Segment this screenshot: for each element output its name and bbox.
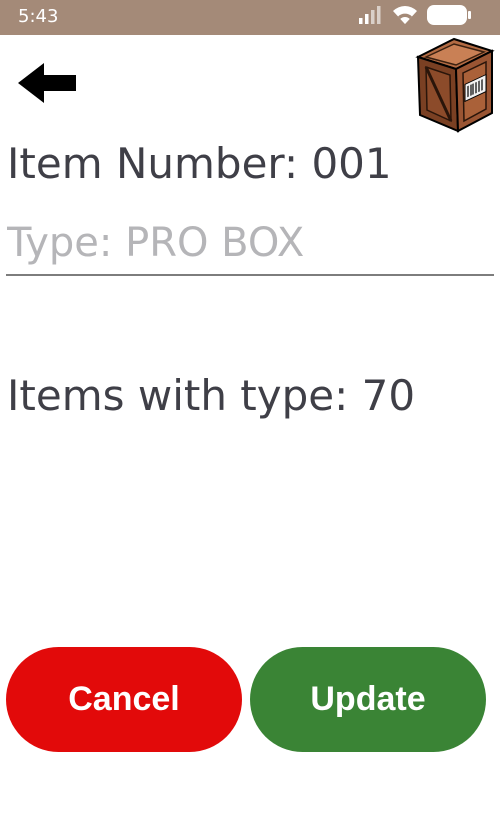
update-button[interactable]: Update [250,647,486,752]
battery-icon [426,4,472,30]
type-input[interactable] [6,212,494,276]
status-icons [358,5,472,29]
back-button[interactable] [12,60,82,110]
signal-icon [358,6,384,28]
crate-logo [410,35,495,135]
cancel-button[interactable]: Cancel [6,647,242,752]
items-with-type-label: Items with type: 70 [7,371,416,420]
item-number-label: Item Number: 001 [7,139,392,188]
arrow-left-icon [16,62,78,108]
wooden-crate-icon [410,37,495,139]
status-bar: 5:43 [0,0,500,35]
wifi-icon [392,5,418,29]
status-time: 5:43 [18,6,59,27]
